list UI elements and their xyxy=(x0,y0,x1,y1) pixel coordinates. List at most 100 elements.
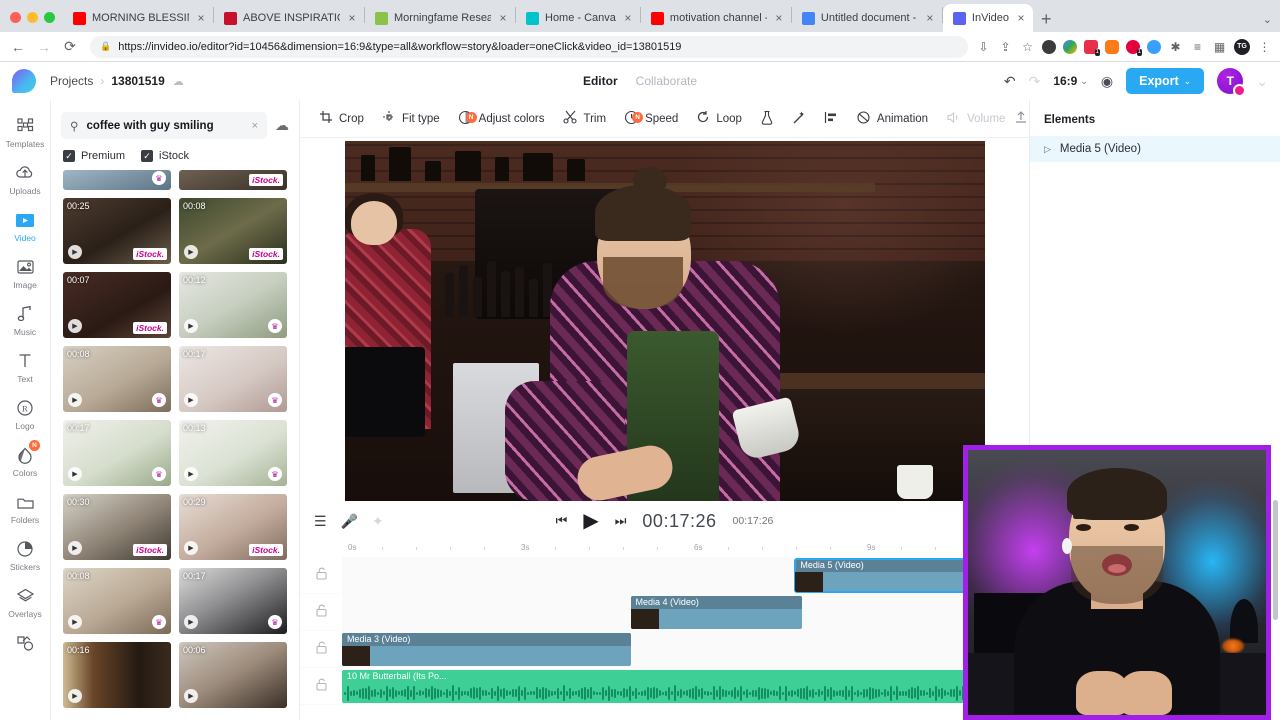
tab-collaborate[interactable]: Collaborate xyxy=(636,74,697,88)
checkbox-premium[interactable]: ✓ xyxy=(63,150,75,162)
user-menu-chevron-icon[interactable]: ⌄ xyxy=(1256,73,1268,90)
undo-icon[interactable]: ↶ xyxy=(1004,73,1016,90)
media-thumbnail[interactable]: 00:16 ▶ xyxy=(63,642,171,708)
media-thumbnail[interactable]: ♛ xyxy=(63,170,171,190)
filter-istock[interactable]: ✓ iStock xyxy=(141,150,189,162)
address-bar[interactable]: 🔒 https://invideo.io/editor?id=10456&dim… xyxy=(90,35,968,58)
browser-tab-close-icon[interactable]: × xyxy=(497,12,509,24)
back-button[interactable]: ← xyxy=(6,39,30,55)
play-icon[interactable]: ▶ xyxy=(184,615,198,629)
bring-forward-icon[interactable] xyxy=(1014,110,1028,127)
forward-button[interactable]: → xyxy=(32,39,56,55)
extension-d-icon[interactable] xyxy=(1105,39,1119,54)
play-icon[interactable]: ▶ xyxy=(68,319,82,333)
unlock-icon[interactable] xyxy=(315,604,327,620)
play-button[interactable]: ▶ xyxy=(583,511,598,531)
browser-tab-close-icon[interactable]: × xyxy=(1015,12,1027,24)
export-button[interactable]: Export ⌄ xyxy=(1126,68,1205,94)
play-icon[interactable]: ▶ xyxy=(68,245,82,259)
extension-b-icon[interactable] xyxy=(1063,39,1077,54)
rail-item-video[interactable]: Video xyxy=(0,202,50,249)
rail-item-image[interactable]: Image xyxy=(0,249,50,296)
browser-tab-4[interactable]: motivation channel - YouTube × xyxy=(641,4,791,32)
upload-cloud-icon[interactable]: ☁ xyxy=(275,117,289,134)
page-scrollbar[interactable] xyxy=(1273,500,1278,620)
track-lane[interactable]: Media 4 (Video) xyxy=(342,593,1029,631)
tool-trim[interactable]: Trim xyxy=(554,110,616,127)
element-item-media5[interactable]: ▷ Media 5 (Video) xyxy=(1030,136,1280,162)
puzzle-icon[interactable]: ✱ xyxy=(1168,40,1183,54)
checkbox-istock[interactable]: ✓ xyxy=(141,150,154,162)
tool-adjust-colors[interactable]: N Adjust colors xyxy=(449,110,554,128)
minimize-window-button[interactable] xyxy=(27,12,38,23)
play-icon[interactable]: ▶ xyxy=(184,541,198,555)
play-icon[interactable]: ▶ xyxy=(68,393,82,407)
media-thumbnail[interactable]: 00:08 ▶ ♛ xyxy=(63,346,171,412)
media-thumbnail[interactable]: 00:30 ▶ iStock. xyxy=(63,494,171,560)
share-icon[interactable]: ⇪ xyxy=(998,40,1013,54)
user-avatar[interactable]: T xyxy=(1217,68,1247,97)
tab-list-chevron-icon[interactable]: ⌄ xyxy=(1263,13,1272,26)
media-thumbnail[interactable]: 00:13 ▶ ♛ xyxy=(179,420,287,486)
tool-crop[interactable]: Crop xyxy=(310,110,373,127)
play-icon[interactable]: ▶ xyxy=(184,689,198,703)
rail-item-templates[interactable]: Templates xyxy=(0,108,50,155)
close-window-button[interactable] xyxy=(10,12,21,23)
subtitle-icon[interactable]: ☰ xyxy=(314,513,327,530)
extension-a-icon[interactable] xyxy=(1042,39,1056,54)
play-icon[interactable]: ▶ xyxy=(184,319,198,333)
browser-tab-close-icon[interactable]: × xyxy=(924,12,936,24)
play-icon[interactable]: ▶ xyxy=(68,541,82,555)
unlock-icon[interactable] xyxy=(315,567,327,583)
tool-fit-type[interactable]: Fit type xyxy=(373,110,449,127)
add-collaborator-icon[interactable]: ◉ xyxy=(1101,73,1113,90)
play-icon[interactable]: ▶ xyxy=(184,245,198,259)
browser-tab-1[interactable]: ABOVE INSPIRATION's YouTub × xyxy=(214,4,364,32)
track-lane[interactable]: Media 5 (Video) xyxy=(342,556,1029,594)
next-frame-button[interactable]: ⏭ xyxy=(615,513,627,529)
play-icon[interactable]: ▶ xyxy=(184,467,198,481)
video-preview-canvas[interactable] xyxy=(344,141,985,501)
timeline-clip[interactable]: Media 3 (Video) xyxy=(342,632,631,666)
media-thumbnail[interactable]: 00:07 ▶ iStock. xyxy=(63,272,171,338)
track-lane[interactable]: Media 3 (Video) xyxy=(342,630,1029,668)
extension-f-icon[interactable] xyxy=(1147,39,1161,54)
media-thumbnail[interactable]: 00:06 ▶ xyxy=(179,642,287,708)
media-thumbnail[interactable]: 00:17 ▶ ♛ xyxy=(179,568,287,634)
install-icon[interactable]: ⇩ xyxy=(976,40,991,54)
timeline-ruler[interactable]: 0s3s6s9s12s xyxy=(342,541,1029,557)
play-icon[interactable]: ▶ xyxy=(68,467,82,481)
rail-item-shapes-icon[interactable] xyxy=(0,625,50,662)
rail-item-stickers[interactable]: Stickers xyxy=(0,531,50,578)
microphone-icon[interactable]: 🎤 xyxy=(341,513,358,530)
tool-animation[interactable]: Animation xyxy=(847,110,937,128)
browser-tab-2[interactable]: Morningfame Research × xyxy=(365,4,515,32)
voiceover-icon[interactable]: ✦ xyxy=(372,513,384,530)
filter-premium[interactable]: ✓ Premium xyxy=(63,150,125,162)
extension-e-icon[interactable]: 1 xyxy=(1126,39,1142,56)
tool-magic-wand[interactable] xyxy=(783,110,815,128)
browser-tab-close-icon[interactable]: × xyxy=(195,12,207,24)
search-clear-button[interactable]: × xyxy=(252,120,258,132)
tab-editor[interactable]: Editor xyxy=(583,74,618,88)
chrome-menu-icon[interactable]: ⋮ xyxy=(1257,40,1272,54)
browser-tab-6[interactable]: InVideo × xyxy=(942,4,1034,32)
media-thumbnail[interactable]: 00:17 ▶ ♛ xyxy=(179,346,287,412)
media-thumbnail[interactable]: 00:08 ▶ iStock. xyxy=(179,198,287,264)
media-thumbnail[interactable]: 00:08 ▶ ♛ xyxy=(63,568,171,634)
browser-tab-close-icon[interactable]: × xyxy=(773,12,785,24)
browser-tab-0[interactable]: MORNING BLESSINGS | Morni × xyxy=(63,4,213,32)
tool-loop[interactable]: Loop xyxy=(687,110,751,127)
media-thumbnail[interactable]: 00:17 ▶ ♛ xyxy=(63,420,171,486)
browser-tab-3[interactable]: Home - Canva × xyxy=(516,4,640,32)
aspect-ratio-selector[interactable]: 16:9 ⌄ xyxy=(1053,74,1088,88)
rail-item-uploads[interactable]: Uploads xyxy=(0,155,50,202)
track-lane[interactable]: 10 Mr Butterball (Its Po... xyxy=(342,667,1029,705)
browser-tab-5[interactable]: Untitled document - Google D × xyxy=(792,4,942,32)
tool-speed[interactable]: N Speed xyxy=(615,110,687,128)
previous-frame-button[interactable]: ⏮ xyxy=(556,513,568,529)
timeline-audio-clip[interactable]: 10 Mr Butterball (Its Po... xyxy=(342,669,1029,703)
timeline-clip[interactable]: Media 4 (Video) xyxy=(630,595,803,629)
rail-item-folders[interactable]: Folders xyxy=(0,484,50,531)
tool-flask[interactable] xyxy=(751,110,783,128)
